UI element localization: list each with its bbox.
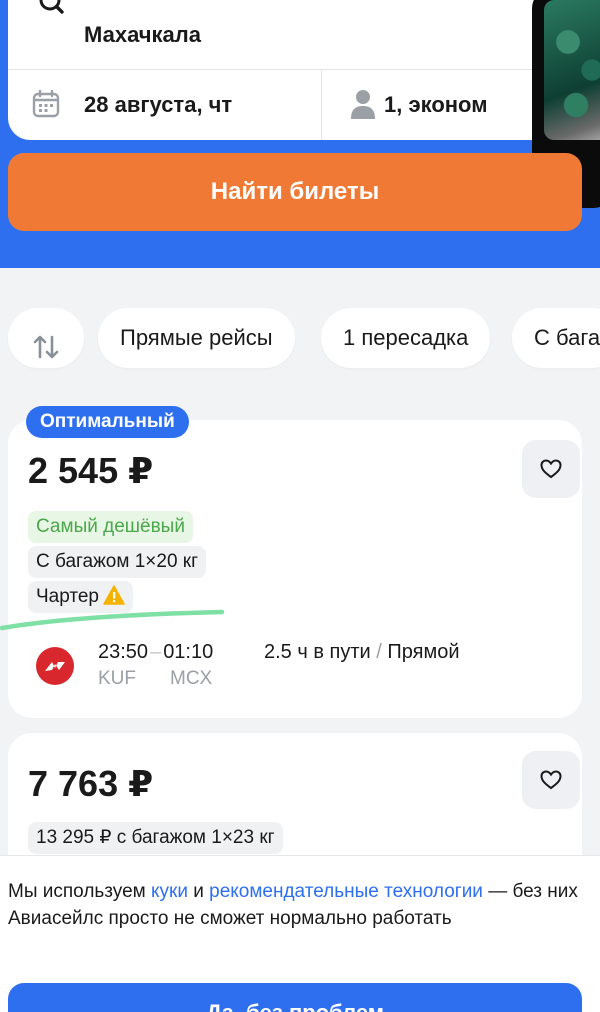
search-form: Махачкала 28 августа, чт 1, эконом	[8, 0, 588, 140]
sort-icon	[32, 324, 60, 359]
ticket-price: 7 763 ₽	[28, 763, 154, 804]
find-tickets-button[interactable]: Найти билеты	[8, 153, 582, 231]
route-type: Прямой	[387, 641, 460, 663]
optimal-badge: Оптимальный	[26, 406, 189, 438]
passengers-value: 1, эконом	[384, 92, 488, 117]
duration-separator: /	[370, 641, 388, 663]
ticket-price: 2 545 ₽	[28, 450, 154, 491]
arrive-code: MCX	[170, 668, 213, 689]
cookies-link[interactable]: куки	[151, 881, 188, 902]
charter-label: Чартер	[36, 586, 100, 607]
recommendations-link[interactable]: рекомендательные технологии	[209, 881, 483, 902]
heart-icon	[540, 770, 562, 790]
filter-chip-baggage[interactable]: С бага	[512, 308, 600, 368]
warning-icon	[103, 584, 125, 605]
heart-icon	[540, 459, 562, 479]
cookie-text: Мы используем куки и рекомендательные те…	[8, 878, 588, 932]
sort-button[interactable]	[8, 308, 84, 368]
baggage-price-tag: 13 295 ₽ с багажом 1×23 кг	[28, 822, 283, 854]
destination-value: Махачкала	[84, 22, 201, 47]
destination-field[interactable]: Махачкала	[8, 0, 588, 70]
highlight-underline	[0, 609, 225, 631]
filter-bar: Прямые рейсы 1 пересадка С бага	[8, 308, 600, 368]
search-icon	[28, 0, 68, 24]
flight-times: 23:50–01:10	[98, 641, 213, 664]
arrive-time: 01:10	[163, 641, 214, 663]
flight-duration: 2.5 ч в пути / Прямой	[264, 641, 460, 664]
airline-logo	[36, 647, 74, 685]
cookie-banner: Мы используем куки и рекомендательные те…	[0, 855, 600, 1012]
filter-chip-direct[interactable]: Прямые рейсы	[98, 308, 295, 368]
cheapest-tag: Самый дешёвый	[28, 511, 193, 543]
time-separator: –	[150, 641, 162, 663]
date-field[interactable]: 28 августа, чт	[8, 70, 322, 140]
airport-codes: KUF MCX	[98, 668, 212, 690]
depart-code: KUF	[98, 668, 136, 689]
baggage-tag: С багажом 1×20 кг	[28, 546, 207, 578]
accept-cookies-button[interactable]: Да, без проблем	[8, 983, 582, 1012]
filter-chip-one-stop[interactable]: 1 пересадка	[321, 308, 491, 368]
favorite-button[interactable]	[522, 440, 580, 498]
calendar-icon	[32, 89, 60, 118]
cookie-text-part: и	[187, 881, 210, 902]
duration-text: 2.5 ч в пути	[264, 641, 371, 663]
person-icon	[350, 88, 376, 120]
favorite-button[interactable]	[522, 751, 580, 809]
date-value: 28 августа, чт	[84, 92, 233, 117]
cookie-text-part: Мы используем	[8, 881, 151, 902]
video-frame	[544, 0, 600, 140]
depart-time: 23:50	[98, 641, 149, 663]
